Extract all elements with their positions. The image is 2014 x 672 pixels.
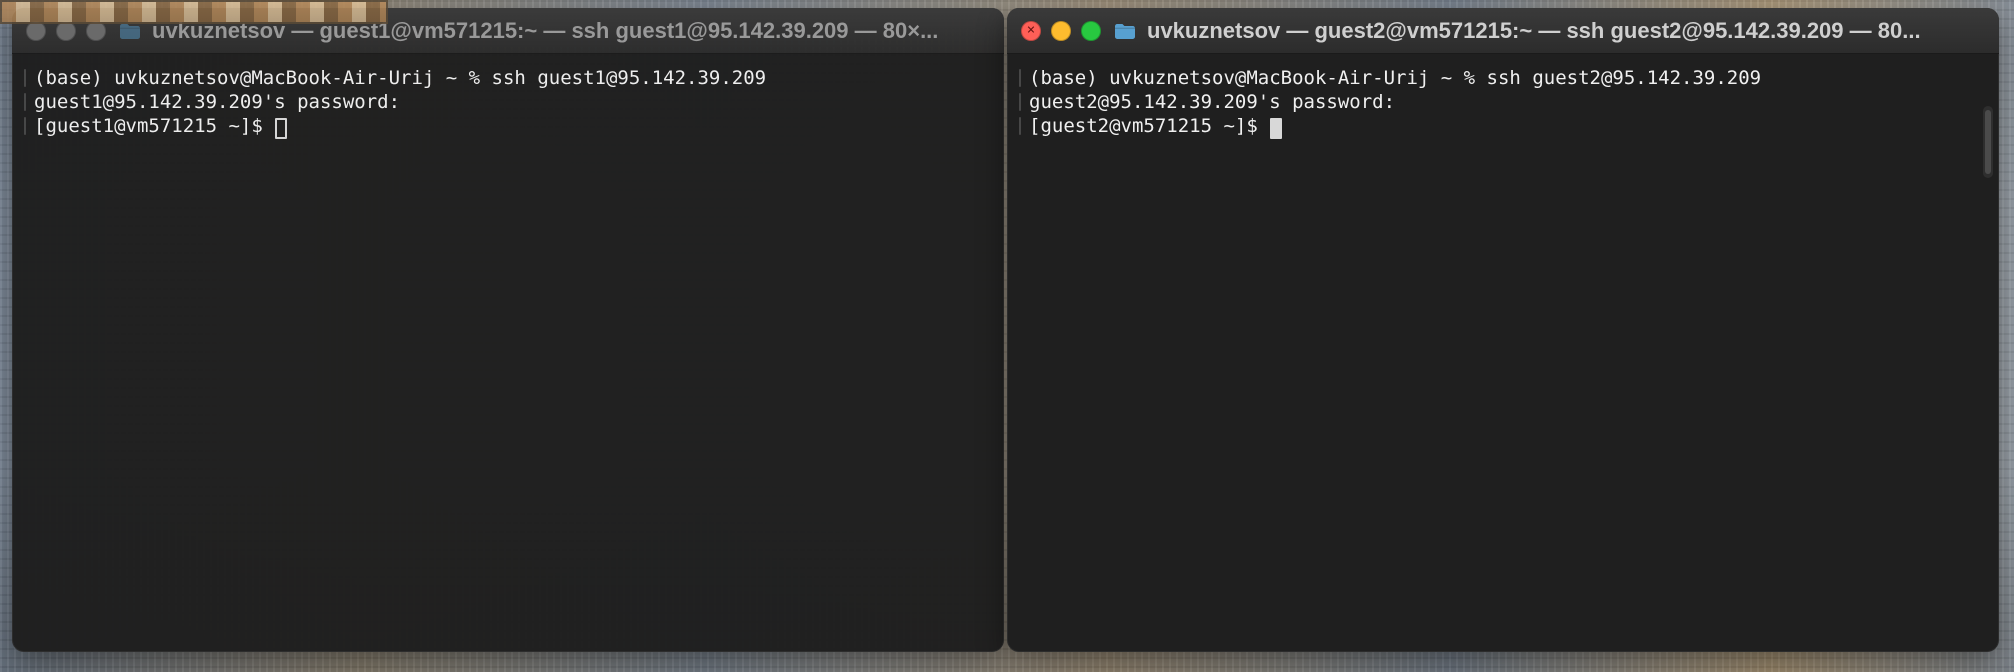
terminal-prompt: [guest1@vm571215 ~]$ xyxy=(34,115,263,137)
terminal-prompt-line: [guest2@vm571215 ~]$ xyxy=(1019,114,1987,139)
terminal-line-1: (base) uvkuznetsov@MacBook-Air-Urij ~ % … xyxy=(24,66,992,90)
scrollbar-thumb[interactable] xyxy=(1985,110,1991,174)
close-icon: × xyxy=(1026,21,1036,38)
terminal-prompt-line: [guest1@vm571215 ~]$ xyxy=(24,114,992,139)
titlebar[interactable]: × uvkuznetsov — guest2@vm571215:~ — ssh … xyxy=(1007,8,1999,54)
terminal-prompt: [guest2@vm571215 ~]$ xyxy=(1029,115,1258,137)
terminal-window-guest2[interactable]: × uvkuznetsov — guest2@vm571215:~ — ssh … xyxy=(1007,8,1999,652)
terminal-line-2: guest1@95.142.39.209's password: xyxy=(24,90,992,114)
cursor xyxy=(274,117,287,139)
folder-icon xyxy=(1115,23,1135,39)
window-controls: × xyxy=(1021,20,1101,41)
desktop-thumbnail xyxy=(0,0,388,24)
folder-icon xyxy=(120,23,140,39)
terminal-window-guest1[interactable]: uvkuznetsov — guest1@vm571215:~ — ssh gu… xyxy=(12,8,1004,652)
terminal-output[interactable]: (base) uvkuznetsov@MacBook-Air-Urij ~ % … xyxy=(12,54,1004,652)
window-title: uvkuznetsov — guest2@vm571215:~ — ssh gu… xyxy=(1147,17,1921,43)
cursor xyxy=(1269,117,1282,139)
terminal-output[interactable]: (base) uvkuznetsov@MacBook-Air-Urij ~ % … xyxy=(1007,54,1999,652)
zoom-button[interactable] xyxy=(1081,20,1101,41)
close-button[interactable]: × xyxy=(1021,20,1041,41)
terminal-line-2: guest2@95.142.39.209's password: xyxy=(1019,90,1987,114)
scrollbar[interactable] xyxy=(1983,106,1993,178)
terminal-line-1: (base) uvkuznetsov@MacBook-Air-Urij ~ % … xyxy=(1019,66,1987,90)
minimize-button[interactable] xyxy=(1051,20,1071,41)
